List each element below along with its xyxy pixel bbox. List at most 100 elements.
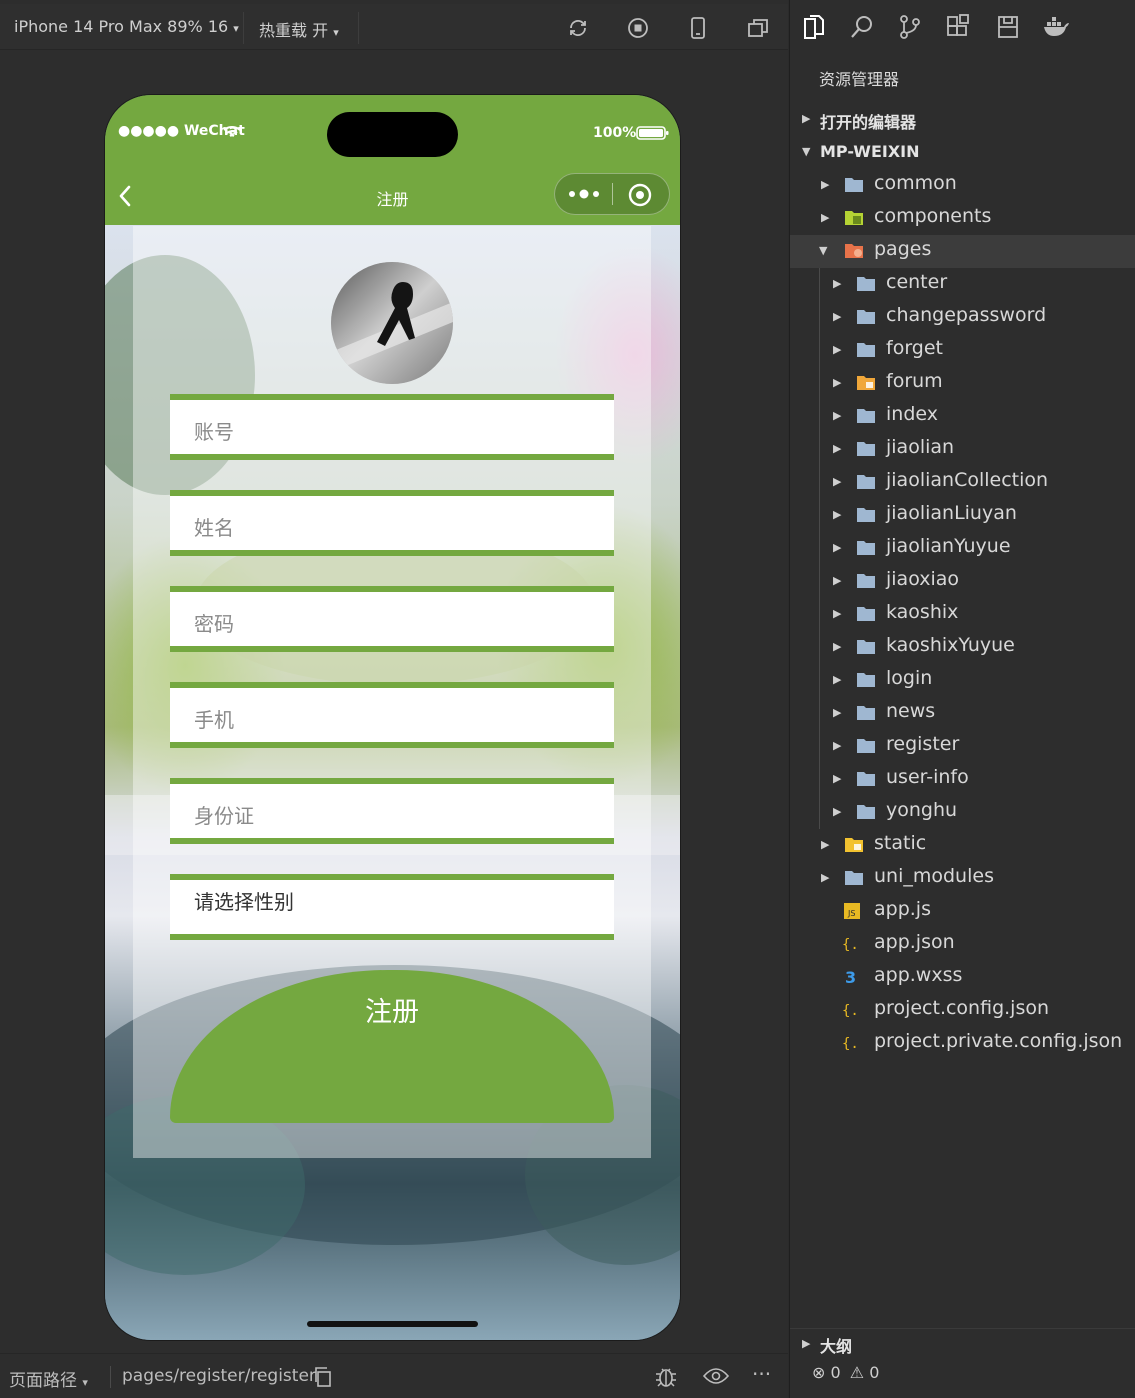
collapsed-caret-icon: ▶	[833, 739, 842, 752]
preview-eye-icon[interactable]	[703, 1367, 729, 1385]
toolbar-divider	[243, 12, 244, 44]
account-input[interactable]: 账号	[170, 394, 614, 460]
home-indicator	[307, 1321, 478, 1327]
tree-file-project-private-config-json[interactable]: {..} project.private.config.json	[790, 1027, 1135, 1060]
explorer-title: 资源管理器	[819, 70, 900, 89]
js-file-icon: JS	[844, 903, 860, 919]
device-selector[interactable]: iPhone 14 Pro Max 89% 16 ▾	[14, 17, 239, 36]
tree-file-project-config-json[interactable]: {..} project.config.json	[790, 994, 1135, 1027]
files-icon[interactable]	[802, 14, 826, 40]
collapsed-caret-icon: ▶	[833, 541, 842, 554]
tree-folder-yonghu[interactable]: ▶ yonghu	[790, 796, 1135, 829]
json-file-icon: {..}	[842, 1036, 862, 1051]
tree-item-label: login	[886, 667, 933, 689]
error-count: 0	[830, 1363, 841, 1382]
svg-text:{..}: {..}	[842, 937, 862, 952]
tree-folder-news[interactable]: ▶ news	[790, 697, 1135, 730]
tree-folder-user-info[interactable]: ▶ user-info	[790, 763, 1135, 796]
components-folder-icon	[845, 211, 863, 225]
tree-item-label: center	[886, 271, 948, 293]
account-placeholder: 账号	[194, 420, 234, 444]
tree-folder-center[interactable]: ▶ center	[790, 268, 1135, 301]
tree-item-label: components	[874, 205, 992, 227]
refresh-icon[interactable]	[566, 16, 590, 40]
tree-folder-jiaolianliuyan[interactable]: ▶ jiaolianLiuyan	[790, 499, 1135, 532]
folder-icon	[857, 805, 875, 819]
page-path-toggle[interactable]: 页面路径 ▾	[9, 1366, 88, 1391]
tree-folder-register[interactable]: ▶ register	[790, 730, 1135, 763]
tree-item-label: yonghu	[886, 799, 958, 821]
tree-folder-index[interactable]: ▶ index	[790, 400, 1135, 433]
tree-folder-common[interactable]: ▶ common	[790, 169, 1135, 202]
collapsed-caret-icon: ▶	[833, 343, 842, 356]
tree-folder-components[interactable]: ▶ components	[790, 202, 1135, 235]
tree-item-label: news	[886, 700, 936, 722]
outline-section[interactable]: ▶ 大纲	[790, 1328, 1135, 1358]
tree-folder-jiaolian[interactable]: ▶ jiaolian	[790, 433, 1135, 466]
name-input[interactable]: 姓名	[170, 490, 614, 556]
id-card-input[interactable]: 身份证	[170, 778, 614, 844]
problems-indicator[interactable]: ⊗ 0 ⚠ 0	[812, 1363, 879, 1382]
tree-folder-forum[interactable]: ▶ forum	[790, 367, 1135, 400]
hot-reload-toggle[interactable]: 热重载 开 ▾	[259, 17, 339, 41]
tree-folder-login[interactable]: ▶ login	[790, 664, 1135, 697]
search-icon[interactable]	[850, 14, 874, 40]
register-button[interactable]: 注册	[170, 970, 614, 1123]
project-section[interactable]: ▼ MP-WEIXIN	[790, 136, 1135, 169]
open-editors-section[interactable]: ▶ 打开的编辑器	[790, 103, 1135, 136]
tree-file-app-js[interactable]: JS app.js	[790, 895, 1135, 928]
svg-text:{..}: {..}	[842, 1036, 862, 1051]
tree-folder-kaoshix[interactable]: ▶ kaoshix	[790, 598, 1135, 631]
close-miniprogram-icon[interactable]	[627, 182, 653, 208]
tree-file-app-json[interactable]: {..} app.json	[790, 928, 1135, 961]
tree-item-label: uni_modules	[874, 865, 994, 887]
tree-folder-jiaolianyuyue[interactable]: ▶ jiaolianYuyue	[790, 532, 1135, 565]
extensions-icon[interactable]	[946, 14, 970, 40]
folder-icon	[857, 640, 875, 654]
password-input[interactable]: 密码	[170, 586, 614, 652]
save-layout-icon[interactable]	[996, 14, 1020, 40]
tree-folder-uni-modules[interactable]: ▶ uni_modules	[790, 862, 1135, 895]
open-editors-label: 打开的编辑器	[820, 113, 917, 132]
folder-icon	[857, 310, 875, 324]
folder-icon	[845, 178, 863, 192]
expanded-caret-icon: ▼	[802, 145, 811, 158]
tree-file-app-wxss[interactable]: 3 app.wxss	[790, 961, 1135, 994]
tree-folder-static[interactable]: ▶ static	[790, 829, 1135, 862]
tree-folder-jiaoxiao[interactable]: ▶ jiaoxiao	[790, 565, 1135, 598]
simulator-bottom-bar: 页面路径 ▾ pages/register/register ···	[0, 1353, 788, 1398]
tree-folder-jiaoliancollection[interactable]: ▶ jiaolianCollection	[790, 466, 1135, 499]
folder-icon	[857, 706, 875, 720]
debug-bug-icon[interactable]	[654, 1365, 678, 1389]
collapsed-caret-icon: ▶	[833, 805, 842, 818]
tree-item-label: forget	[886, 337, 943, 359]
docker-icon[interactable]	[1042, 16, 1070, 38]
folder-icon	[857, 739, 875, 753]
more-actions-button[interactable]: ···	[752, 1362, 771, 1386]
copy-icon[interactable]	[314, 1367, 332, 1387]
detach-window-icon[interactable]	[746, 16, 770, 40]
folder-icon	[845, 871, 863, 885]
folder-icon	[857, 508, 875, 522]
phone-input[interactable]: 手机	[170, 682, 614, 748]
json-file-icon: {..}	[842, 1003, 862, 1018]
collapsed-caret-icon: ▶	[833, 640, 842, 653]
tree-item-label: changepassword	[886, 304, 1047, 326]
tree-item-label: kaoshixYuyue	[886, 634, 1015, 656]
tree-item-label: common	[874, 172, 957, 194]
collapsed-caret-icon: ▶	[833, 409, 842, 422]
tree-folder-kaoshixyuyue[interactable]: ▶ kaoshixYuyue	[790, 631, 1135, 664]
phone-preview-icon[interactable]	[686, 16, 710, 40]
source-control-icon[interactable]	[898, 14, 922, 40]
tree-folder-changepassword[interactable]: ▶ changepassword	[790, 301, 1135, 334]
gender-picker[interactable]: 请选择性别	[170, 874, 614, 940]
more-options-icon[interactable]	[568, 188, 600, 200]
status-bar: ●●●●● WeChat 100%	[105, 95, 680, 167]
stop-icon[interactable]	[626, 16, 650, 40]
expanded-caret-icon: ▼	[819, 244, 828, 257]
register-button-label: 注册	[365, 997, 419, 1028]
tree-folder-pages[interactable]: ▼ pages	[790, 235, 1135, 268]
svg-text:{..}: {..}	[842, 1003, 862, 1018]
tree-folder-forget[interactable]: ▶ forget	[790, 334, 1135, 367]
collapsed-caret-icon: ▶	[821, 871, 830, 884]
